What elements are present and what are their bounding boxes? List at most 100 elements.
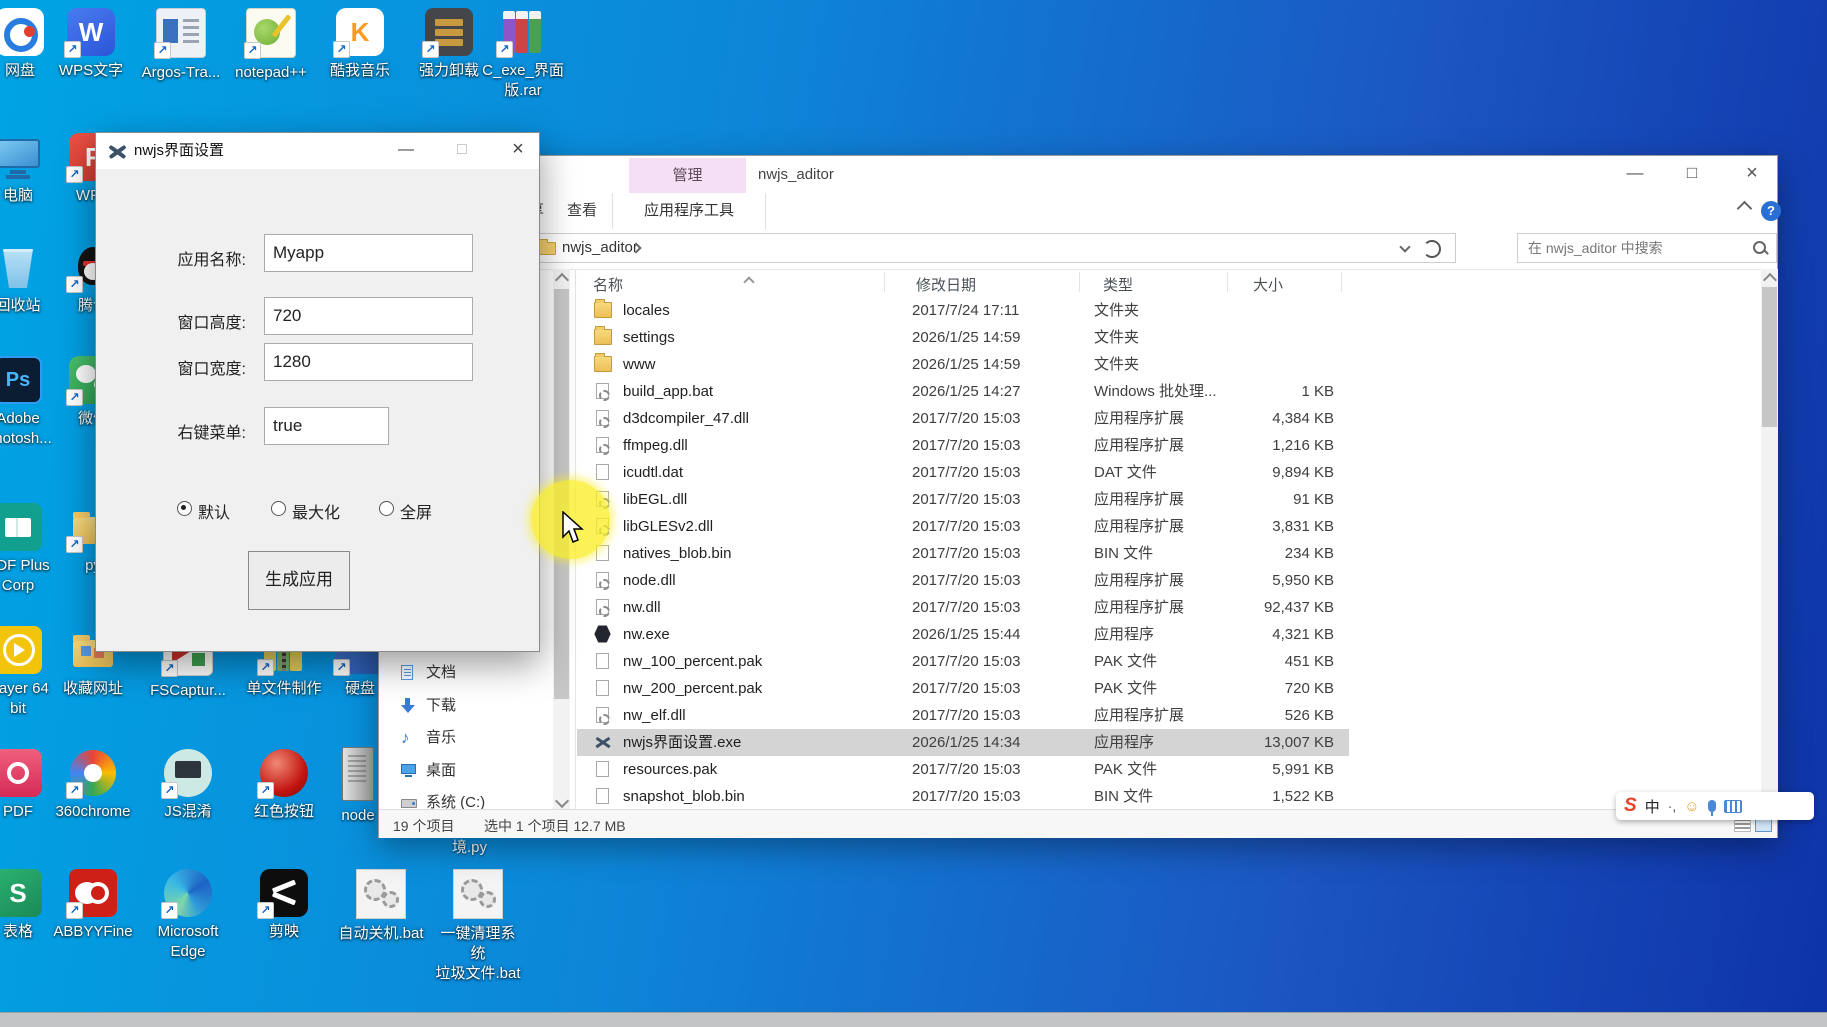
explorer-maximize-button[interactable]: □ bbox=[1669, 156, 1715, 193]
abbyy-finereader-icon: ↗ bbox=[69, 869, 117, 917]
file-row-14[interactable]: nw_200_percent.pak2017/7/20 15:03PAK 文件7… bbox=[577, 675, 1349, 702]
window-height-field[interactable]: 720 bbox=[264, 297, 473, 335]
file-row-4[interactable]: d3dcompiler_47.dll2017/7/20 15:03应用程序扩展4… bbox=[577, 405, 1349, 432]
shortcut-arrow-icon: ↗ bbox=[496, 41, 513, 58]
desktop-icon-chrome-360[interactable]: ↗360chrome bbox=[49, 749, 137, 822]
file-row-11[interactable]: nw.dll2017/7/20 15:03应用程序扩展92,437 KB bbox=[577, 594, 1349, 621]
window-width-field[interactable]: 1280 bbox=[264, 343, 473, 381]
file-row-1[interactable]: settings2026/1/25 14:59文件夹 bbox=[577, 324, 1349, 351]
desktop-icon-label: Argos-Tra... bbox=[137, 63, 225, 83]
desktop-icon-js-obfuscate[interactable]: ↗JS混淆 bbox=[144, 749, 232, 822]
file-row-8[interactable]: libGLESv2.dll2017/7/20 15:03应用程序扩展3,831 … bbox=[577, 513, 1349, 540]
desktop-icon-abbyy-finereader[interactable]: ↗ABBYYFine bbox=[49, 869, 137, 942]
desktop-icon-capcut[interactable]: ↗剪映 bbox=[240, 869, 328, 942]
shortcut-arrow-icon: ↗ bbox=[64, 41, 81, 58]
desktop-icon-wps-writer[interactable]: W↗WPS文字 bbox=[47, 8, 135, 81]
file-row-18[interactable]: snapshot_blob.bin2017/7/20 15:03BIN 文件1,… bbox=[577, 783, 1349, 810]
nav-item-desktop[interactable]: 桌面 bbox=[401, 758, 456, 784]
tab-application-tools[interactable]: 应用程序工具 bbox=[612, 193, 766, 229]
help-icon[interactable]: ? bbox=[1761, 201, 1781, 221]
nav-item-music[interactable]: ♪音乐 bbox=[401, 725, 456, 751]
file-name: libGLESv2.dll bbox=[623, 513, 893, 540]
address-row: nwjs_aditor 在 nwjs_aditor 中搜索 bbox=[379, 229, 1777, 270]
file-row-15[interactable]: nw_elf.dll2017/7/20 15:03应用程序扩展526 KB bbox=[577, 702, 1349, 729]
address-folder-icon bbox=[538, 242, 556, 255]
ime-mode-chinese[interactable]: 中 bbox=[1645, 796, 1660, 817]
file-row-selected[interactable]: nwjs界面设置.exe2026/1/25 14:34应用程序13,007 KB bbox=[577, 729, 1349, 756]
file-row-10[interactable]: node.dll2017/7/20 15:03应用程序扩展5,950 KB bbox=[577, 567, 1349, 594]
ime-emoji-icon[interactable]: ☺ bbox=[1684, 798, 1699, 815]
notepadpp-icon: ↗ bbox=[246, 8, 296, 58]
dialog-titlebar[interactable]: nwjs界面设置 — □ × bbox=[96, 133, 539, 169]
file-row-13[interactable]: nw_100_percent.pak2017/7/20 15:03PAK 文件4… bbox=[577, 648, 1349, 675]
file-name: libEGL.dll bbox=[623, 486, 893, 513]
desktop-icon-bat-gears[interactable]: 一键清理系统垃圾文件.bat bbox=[434, 869, 522, 984]
file-date: 2026/1/25 14:34 bbox=[912, 729, 1082, 756]
file-row-6[interactable]: icudtl.dat2017/7/20 15:03DAT 文件9,894 KB bbox=[577, 459, 1349, 486]
ime-toolbar[interactable]: S 中 ·, ☺ bbox=[1616, 792, 1814, 820]
desktop-icon-microsoft-edge[interactable]: ↗MicrosoftEdge bbox=[144, 869, 232, 962]
file-row-9[interactable]: natives_blob.bin2017/7/20 15:03BIN 文件234… bbox=[577, 540, 1349, 567]
music-icon: ♪ bbox=[401, 728, 418, 748]
dialog-close-button[interactable]: × bbox=[498, 133, 538, 169]
tab-view[interactable]: 查看 bbox=[567, 193, 597, 229]
address-bar[interactable]: nwjs_aditor bbox=[529, 233, 1456, 263]
nwjs-settings-dialog: nwjs界面设置 — □ × 应用名称: Myapp 窗口高度: 720 窗口宽… bbox=[95, 132, 540, 652]
file-name: ffmpeg.dll bbox=[623, 432, 893, 459]
ime-microphone-icon[interactable] bbox=[1708, 800, 1716, 812]
file-row-7[interactable]: libEGL.dll2017/7/20 15:03应用程序扩展91 KB bbox=[577, 486, 1349, 513]
file-size: 720 KB bbox=[1177, 675, 1334, 702]
folder-icon bbox=[594, 356, 612, 372]
desktop-icon-kuwo-music[interactable]: K↗酷我音乐 bbox=[316, 8, 404, 81]
column-header-date[interactable]: 修改日期 bbox=[916, 274, 976, 295]
nav-item-documents[interactable]: 文档 bbox=[401, 660, 456, 686]
app-name-field[interactable]: Myapp bbox=[264, 234, 473, 272]
ime-keyboard-icon[interactable] bbox=[1724, 800, 1742, 813]
manage-ribbon-tab[interactable]: 管理 bbox=[629, 158, 746, 193]
column-header-type[interactable]: 类型 bbox=[1103, 274, 1133, 295]
status-bar: 19 个项目 选中 1 个项目 12.7 MB bbox=[379, 809, 1777, 838]
netdisk-icon bbox=[0, 8, 44, 56]
dialog-maximize-button[interactable]: □ bbox=[442, 133, 482, 169]
winrar-archive-icon: ↗ bbox=[499, 8, 547, 56]
nav-item-downloads[interactable]: 下载 bbox=[401, 693, 456, 719]
column-header-size[interactable]: 大小 bbox=[1253, 274, 1283, 295]
file-list-scrollbar[interactable] bbox=[1761, 269, 1778, 809]
file-size bbox=[1177, 351, 1334, 378]
desktop-icon-notepadpp[interactable]: ↗notepad++ bbox=[227, 8, 315, 83]
context-menu-field[interactable]: true bbox=[264, 407, 389, 445]
desktop-icon-bat-gears[interactable]: 自动关机.bat bbox=[337, 869, 425, 944]
address-dropdown-icon[interactable] bbox=[1399, 241, 1410, 252]
desktop-icon-label: JS混淆 bbox=[144, 802, 232, 822]
file-row-2[interactable]: www2026/1/25 14:59文件夹 bbox=[577, 351, 1349, 378]
file-name: node.dll bbox=[623, 567, 893, 594]
ime-punctuation-icon[interactable]: ·, bbox=[1668, 798, 1677, 814]
column-header-name[interactable]: 名称 bbox=[593, 274, 623, 295]
file-row-17[interactable]: resources.pak2017/7/20 15:03PAK 文件5,991 … bbox=[577, 756, 1349, 783]
radio-maximized[interactable] bbox=[271, 501, 286, 516]
spreadsheet-icon: S bbox=[0, 869, 42, 917]
desktop-icon-argos[interactable]: ↗Argos-Tra... bbox=[137, 8, 225, 83]
taskbar-sliver[interactable] bbox=[0, 1012, 1827, 1027]
ribbon-collapse-icon[interactable] bbox=[1737, 201, 1753, 217]
file-name: d3dcompiler_47.dll bbox=[623, 405, 893, 432]
file-row-12[interactable]: nw.exe2026/1/25 15:44应用程序4,321 KB bbox=[577, 621, 1349, 648]
sogou-logo-icon[interactable]: S bbox=[1624, 795, 1637, 817]
file-row-0[interactable]: locales2017/7/24 17:11文件夹 bbox=[577, 297, 1349, 324]
file-name: www bbox=[623, 351, 893, 378]
generate-app-button[interactable]: 生成应用 bbox=[248, 551, 350, 610]
dialog-minimize-button[interactable]: — bbox=[386, 133, 426, 169]
explorer-close-button[interactable]: × bbox=[1729, 156, 1775, 193]
refresh-icon[interactable] bbox=[1423, 240, 1441, 258]
search-icon bbox=[1753, 241, 1766, 254]
file-row-3[interactable]: build_app.bat2026/1/25 14:27Windows 批处理.… bbox=[577, 378, 1349, 405]
radio-default[interactable] bbox=[177, 501, 192, 516]
radio-fullscreen[interactable] bbox=[379, 501, 394, 516]
desktop-icon-winrar-archive[interactable]: ↗C_exe_界面版.rar bbox=[479, 8, 567, 101]
search-box[interactable]: 在 nwjs_aditor 中搜索 bbox=[1517, 233, 1777, 263]
file-size: 526 KB bbox=[1177, 702, 1334, 729]
file-row-5[interactable]: ffmpeg.dll2017/7/20 15:03应用程序扩展1,216 KB bbox=[577, 432, 1349, 459]
explorer-minimize-button[interactable]: — bbox=[1612, 156, 1658, 193]
desktop: 网盘W↗WPS文字↗Argos-Tra...↗notepad++K↗酷我音乐↗强… bbox=[0, 0, 1827, 1027]
file-size: 3,831 KB bbox=[1177, 513, 1334, 540]
